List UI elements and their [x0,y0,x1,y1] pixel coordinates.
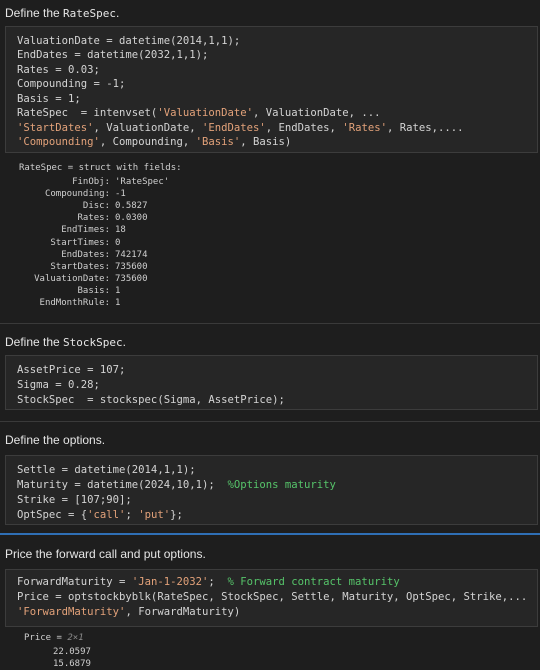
struct-field-name: Disc: [82,201,110,212]
code-string: 'ForwardMaturity' [17,606,126,618]
code-line[interactable]: StockSpec = stockspec(Sigma, AssetPrice)… [17,394,285,407]
section-heading-ratespec: Define the RateSpec. [5,6,119,20]
struct-field-name: StartTimes: [50,237,110,248]
code-line[interactable]: Basis = 1; [17,93,81,106]
struct-field-name: Compounding: [44,189,110,200]
struct-field-value: 0 [115,237,121,248]
struct-field-name: EndTimes: [61,225,110,236]
code-comment: %Options maturity [227,479,336,491]
price-output-header: Price = 2×1 [24,633,84,644]
section-divider [0,323,540,324]
section-heading-forward: Price the forward call and put options. [5,547,206,561]
code-token: }; [170,509,183,521]
struct-field-name: EndMonthRule: [39,298,110,308]
code-line[interactable]: 'ForwardMaturity', ForwardMaturity) [17,606,240,619]
code-line[interactable]: Settle = datetime(2014,1,1); [17,464,196,477]
struct-field-value: 1 [115,298,121,308]
code-token: ; [208,576,228,588]
code-string: 'Rates' [342,122,387,134]
code-string: 'put' [138,509,171,521]
code-string: 'Jan-1-2032' [131,576,209,588]
code-line[interactable]: Sigma = 0.28; [17,379,100,392]
code-token: , Rates,.... [386,122,464,134]
code-line[interactable]: 'StartDates', ValuationDate, 'EndDates',… [17,122,464,135]
matrix-size: 2×1 [67,633,84,643]
struct-field-name: Basis: [77,285,110,296]
code-block-ratespec[interactable]: ValuationDate = datetime(2014,1,1); EndD… [5,26,538,153]
section-heading-options: Define the options. [5,433,106,447]
code-line[interactable]: OptSpec = {'call'; 'put'}; [17,509,183,522]
equals-sign: = [51,633,68,643]
code-line[interactable]: Compounding = -1; [17,78,125,91]
struct-field-value: -1 [115,189,126,200]
struct-field-value: 735600 [115,273,148,284]
code-line[interactable]: Strike = [107;90]; [17,494,132,507]
code-line[interactable]: AssetPrice = 107; [17,364,125,377]
output-header: RateSpec = struct with fields: [19,163,182,173]
code-string: 'EndDates' [201,122,266,134]
code-string: 'Basis' [195,136,241,148]
code-token: Maturity = datetime(2024,10,1); [17,479,228,491]
struct-field-name: Rates: [77,213,110,224]
code-string: 'call' [87,509,126,521]
struct-field-name: StartDates: [50,261,110,272]
heading-code: RateSpec [63,7,117,20]
code-comment: % Forward contract maturity [227,576,400,588]
code-line[interactable]: Maturity = datetime(2024,10,1); %Options… [17,479,336,492]
code-line[interactable]: Rates = 0.03; [17,64,100,77]
code-token: RateSpec = intenvset( [17,107,158,119]
struct-field-value: 0.0300 [115,213,148,224]
code-block-stockspec[interactable]: AssetPrice = 107; Sigma = 0.28; StockSpe… [5,355,538,410]
heading-suffix: . [122,335,126,349]
code-token: , Basis) [240,136,292,148]
struct-field-name: FinObj: [72,177,110,187]
code-token: , ValuationDate, [93,122,202,134]
code-block-forward[interactable]: ForwardMaturity = 'Jan-1-2032'; % Forwar… [5,569,538,627]
code-token: , ForwardMaturity) [125,606,241,618]
code-string: 'ValuationDate' [157,107,253,119]
struct-field-name: EndDates: [61,249,110,260]
code-block-options[interactable]: Settle = datetime(2014,1,1); Maturity = … [5,455,538,525]
heading-text: Define the [5,335,64,349]
code-line[interactable]: 'Compounding', Compounding, 'Basis', Bas… [17,136,291,149]
code-token: ForwardMaturity = [17,576,132,588]
heading-text: Define the [5,6,64,20]
section-heading-stockspec: Define the StockSpec. [5,335,126,349]
code-string: 'StartDates' [17,122,94,134]
struct-field-value: 0.5827 [115,201,148,212]
code-token: OptSpec = { [17,509,88,521]
code-line[interactable]: ForwardMaturity = 'Jan-1-2032'; % Forwar… [17,576,400,589]
code-line[interactable]: EndDates = datetime(2032,1,1); [17,49,208,62]
struct-field-value: 'RateSpec' [115,177,170,187]
struct-field-value: 742174 [115,249,148,260]
code-token: , EndDates, [265,122,343,134]
price-value: 22.0597 [53,647,91,657]
struct-field-name: ValuationDate: [34,273,110,284]
active-section-divider [0,533,540,535]
variable-name: Price [24,633,52,643]
code-line[interactable]: RateSpec = intenvset('ValuationDate', Va… [17,107,381,120]
code-token: , ValuationDate, ... [253,107,381,119]
heading-suffix: . [116,6,120,20]
code-line[interactable]: Price = optstockbyblk(RateSpec, StockSpe… [17,591,527,604]
struct-field-value: 18 [115,225,126,236]
code-token: , Compounding, [99,136,196,148]
code-string: 'Compounding' [17,136,100,148]
code-line[interactable]: ValuationDate = datetime(2014,1,1); [17,35,240,48]
section-divider [0,421,540,422]
struct-field-value: 1 [115,285,121,296]
struct-field-value: 735600 [115,261,148,272]
code-token: ; [125,509,139,521]
price-value: 15.6879 [53,659,91,669]
heading-code: StockSpec [63,336,123,349]
